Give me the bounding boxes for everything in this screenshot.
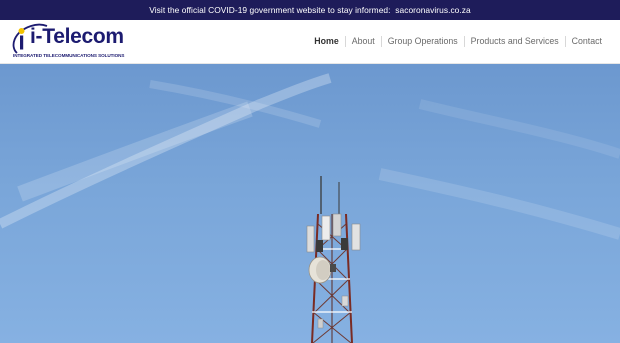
- announcement-link[interactable]: sacoronavirus.co.za: [395, 5, 470, 15]
- hero-banner: [0, 64, 620, 343]
- logo-name: i-Telecom: [30, 25, 124, 48]
- covid-announcement-bar: Visit the official COVID-19 government w…: [0, 0, 620, 20]
- site-logo[interactable]: i-Telecom INTEGRATED TELECOMMUNICATIONS …: [9, 23, 127, 60]
- nav-item-contact[interactable]: Contact: [564, 36, 608, 47]
- hero-cell-tower-image: [0, 73, 620, 343]
- main-navigation: Home About Group Operations Products and…: [308, 20, 608, 63]
- nav-item-products-and-services[interactable]: Products and Services: [463, 36, 565, 47]
- nav-item-about[interactable]: About: [344, 36, 381, 47]
- announcement-text: Visit the official COVID-19 government w…: [149, 5, 391, 15]
- site-header: i-Telecom INTEGRATED TELECOMMUNICATIONS …: [0, 20, 620, 64]
- logo-tagline: INTEGRATED TELECOMMUNICATIONS SOLUTIONS: [13, 53, 125, 58]
- nav-item-home[interactable]: Home: [308, 36, 344, 47]
- nav-item-group-operations[interactable]: Group Operations: [380, 36, 464, 47]
